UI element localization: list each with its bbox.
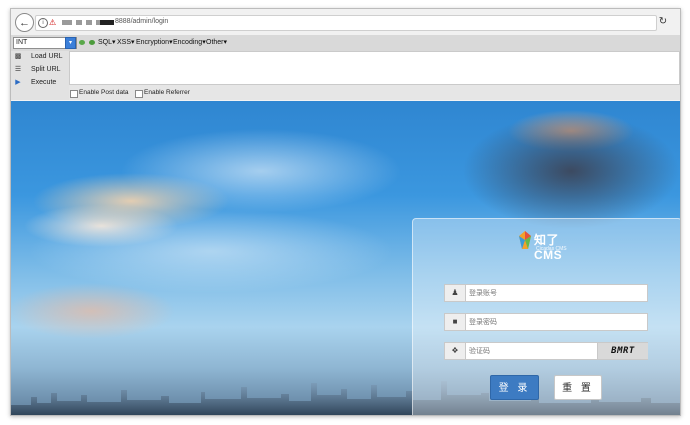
menu-xss[interactable]: XSS▾ xyxy=(117,38,135,46)
menu-label: Encoding xyxy=(173,39,203,46)
enable-referrer-checkbox[interactable] xyxy=(135,90,143,98)
menu-encryption[interactable]: Encryption▾ xyxy=(136,38,173,46)
enable-dot-icon[interactable] xyxy=(79,40,85,45)
redacted-url-part xyxy=(62,20,72,25)
load-url-label: Load URL xyxy=(31,53,63,60)
menu-label: SQL xyxy=(98,39,113,46)
url-text: 8888/admin/login xyxy=(115,18,169,25)
redacted-url-part xyxy=(76,20,82,25)
captcha-field: ❖ BMRT xyxy=(444,342,648,360)
status-dot-icon[interactable] xyxy=(89,40,95,45)
execute-icon: ▶ xyxy=(15,79,21,86)
user-icon: ♟ xyxy=(445,285,466,301)
menu-label: Encryption xyxy=(136,39,170,46)
split-url-button[interactable]: ☰ Split URL xyxy=(13,64,69,76)
menu-label: Other xyxy=(206,39,224,46)
enable-post-checkbox[interactable] xyxy=(70,90,78,98)
split-url-icon: ☰ xyxy=(14,66,22,73)
captcha-image[interactable]: BMRT xyxy=(597,343,648,359)
captcha-input[interactable] xyxy=(469,345,589,357)
menu-sql[interactable]: SQL▾ xyxy=(98,38,116,46)
lock-icon: ■ xyxy=(445,314,466,330)
info-icon[interactable]: i xyxy=(38,18,48,28)
execute-button[interactable]: ▶ Execute xyxy=(13,77,69,89)
load-url-button[interactable]: ▩ Load URL xyxy=(13,51,69,63)
browser-window: ← i ⚠ 8888/admin/login ↻ INT ▾ SQL▾ XSS▾… xyxy=(10,8,681,416)
redacted-url-part xyxy=(100,20,114,25)
url-field[interactable]: i ⚠ 8888/admin/login xyxy=(35,15,657,31)
hackbar-toolbar: INT ▾ SQL▾ XSS▾ Encryption▾ Encoding▾ Ot… xyxy=(11,35,680,52)
back-icon[interactable]: ← xyxy=(15,13,34,32)
enable-referrer-label: Enable Referrer xyxy=(144,89,190,96)
redacted-url-part xyxy=(86,20,92,25)
insecure-lock-icon[interactable]: ⚠ xyxy=(49,18,57,27)
chevron-down-icon[interactable]: ▾ xyxy=(65,37,76,49)
login-card: 知了CMS Cicadas CMS ♟ ■ ❖ BMRT 登 录 重 置 xyxy=(412,218,680,415)
brand-logo: 知了CMS Cicadas CMS xyxy=(519,229,579,262)
execute-label: Execute xyxy=(31,79,57,86)
hackbar-panel: ▩ Load URL ☰ Split URL ▶ Execute Enable … xyxy=(11,51,680,100)
address-bar: ← i ⚠ 8888/admin/login ↻ xyxy=(11,9,680,36)
reset-button[interactable]: 重 置 xyxy=(554,375,602,400)
cicadas-logo-icon xyxy=(519,231,531,249)
password-input[interactable] xyxy=(469,316,639,328)
load-url-icon: ▩ xyxy=(14,53,22,60)
hackbar-actions: ▩ Load URL ☰ Split URL ▶ Execute xyxy=(11,51,69,100)
username-input[interactable] xyxy=(469,287,639,299)
exclamation-circle-icon: ❖ xyxy=(445,343,466,359)
hackbar-url-textarea[interactable] xyxy=(69,51,680,85)
password-field: ■ xyxy=(444,313,648,331)
brand-subtitle: Cicadas CMS xyxy=(536,246,567,252)
enable-post-label: Enable Post data xyxy=(79,89,129,96)
reload-icon[interactable]: ↻ xyxy=(657,16,669,28)
username-field: ♟ xyxy=(444,284,648,302)
login-button[interactable]: 登 录 xyxy=(490,375,539,400)
split-url-label: Split URL xyxy=(31,66,61,73)
menu-encoding[interactable]: Encoding▾ xyxy=(173,38,206,46)
menu-label: XSS xyxy=(117,39,132,46)
menu-other[interactable]: Other▾ xyxy=(206,38,227,46)
login-page-background: 知了CMS Cicadas CMS ♟ ■ ❖ BMRT 登 录 重 置 xyxy=(11,101,680,415)
hackbar-options: Enable Post data Enable Referrer xyxy=(69,88,680,100)
